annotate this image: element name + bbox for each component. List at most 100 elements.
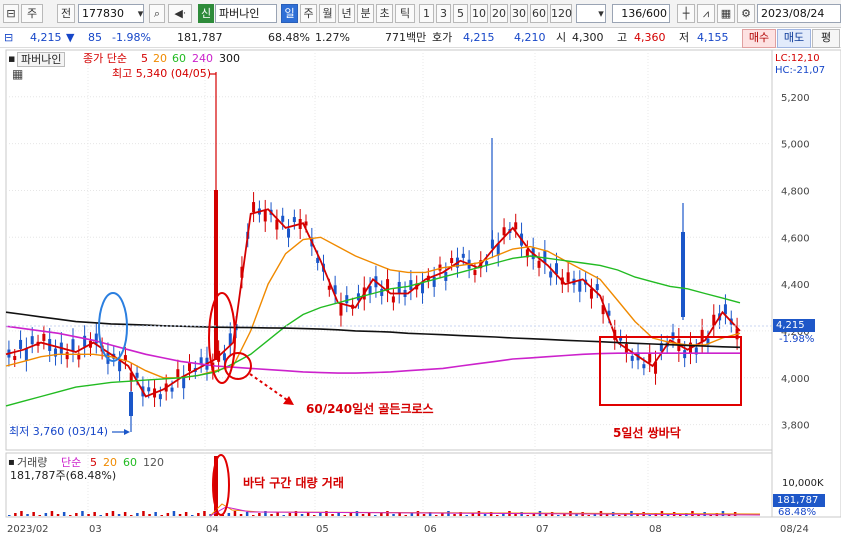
market-select[interactable]: 주 [21,4,43,23]
volume-bar [422,514,426,516]
volume-legend-label: 거래량 [17,456,48,469]
candle-body [281,215,285,222]
price-change-pct: -1.98% [112,31,151,44]
sound-icon[interactable]: ◀ᐧ [168,4,192,23]
candle-body [222,353,226,361]
price-tick-label: 4,400 [781,280,810,291]
eval-button[interactable]: 평 [812,29,840,48]
volume-bar [380,513,383,516]
code-dropdown-icon[interactable]: ▾ [134,5,147,22]
time-tick-label: 07 [536,524,549,535]
candle-body [683,350,687,359]
volume-bar [544,514,548,516]
bar-count-field[interactable]: 136/600 [612,4,670,23]
candle-body [345,295,349,304]
volume-bar [239,514,243,516]
candle-body [118,361,122,372]
legend-ma60: 60 [172,52,186,65]
current-pct-text: -1.98% [779,334,815,345]
time-tick-label: 08/24 [780,524,809,535]
volume-bar [258,513,261,516]
volume-bar [111,511,115,516]
info-collapse-icon[interactable]: ⊟ [4,30,16,45]
tab-period-week[interactable]: 주 [300,4,317,23]
volume-bar [483,514,487,516]
current-price: 4,215 [30,31,62,44]
tab-period-minute[interactable]: 분 [357,4,374,23]
volume-bar [465,515,468,516]
tab-period-day[interactable]: 일 [281,4,298,23]
candle-body [339,303,343,316]
interval-1[interactable]: 1 [419,4,434,23]
interval-dropdown-icon[interactable]: ▾ [595,5,607,22]
price-tick-label: 3,800 [781,421,810,432]
interval-120[interactable]: 120 [550,4,572,23]
candle-body [83,335,87,347]
high-note: 최고 5,340 (04/05) [112,67,212,80]
candle-body [263,210,267,222]
grid-menu-icon[interactable]: ▦ [12,68,23,81]
interval-3[interactable]: 3 [436,4,451,23]
interval-60[interactable]: 60 [530,4,548,23]
volume-bar [99,515,102,516]
search-icon[interactable]: ⌕ [149,4,165,23]
interval-20[interactable]: 20 [490,4,508,23]
volume-bar [166,513,170,516]
current-volume-pct: 68.48% [778,507,817,518]
market-badge: 신 [198,4,214,23]
vol-legend-ma60: 60 [123,456,137,469]
high-price: 4,360 [634,31,666,44]
time-tick-label: 08 [649,524,662,535]
high-label: 고 [617,31,628,44]
candle-low-body [129,392,133,416]
tab-period-second[interactable]: 초 [376,4,393,23]
volume-bar [319,513,322,516]
candle-body [549,271,553,278]
prev-button[interactable]: 전 [57,4,75,23]
volume-bar [117,514,121,516]
volume-bar [386,511,389,516]
candle-body [461,253,465,258]
pane-control-icons[interactable]: ▪ [8,52,15,65]
volume-bar [191,515,194,516]
time-tick-label: 06 [424,524,437,535]
trade-amount: 771백만 [385,31,427,44]
interval-5[interactable]: 5 [453,4,468,23]
candle-body [391,296,395,303]
volume-bar [154,512,157,516]
candle-body [578,280,582,292]
candle-body [287,228,291,238]
volume-bar [56,514,60,516]
open-label: 시 [556,31,567,44]
chart-tab-name[interactable]: 파버나인 [17,52,66,67]
volume-bar [20,511,23,516]
volume-bar [679,515,682,516]
sell-button[interactable]: 매도 [777,29,811,48]
bar-chart-icon[interactable]: ┼ [677,4,695,23]
interval-30[interactable]: 30 [510,4,528,23]
volume-bar [349,513,353,516]
buy-button[interactable]: 매수 [742,29,776,48]
volume-bar [404,515,407,516]
legend-ma5: 5 [141,52,148,65]
candle-body [30,336,34,345]
candle-body [13,356,17,360]
volume-legend-simple: 단순 [61,456,82,469]
time-tick-label: 03 [89,524,102,535]
candle-body [71,339,75,352]
candle-body [275,219,279,230]
interval-10[interactable]: 10 [470,4,488,23]
grid-icon[interactable]: ▦ [717,4,735,23]
zigzag-icon[interactable]: ⩘ [697,4,715,23]
time-tick-label: 04 [206,524,219,535]
volume-pane-icon[interactable]: ▪ [8,456,15,469]
tab-period-year[interactable]: 년 [338,4,355,23]
tab-period-tick[interactable]: 틱 [395,4,415,23]
gear-icon[interactable]: ⚙ [737,4,755,23]
candle-body [648,353,652,363]
volume-bar [313,515,316,516]
window-menu-icon[interactable]: ⊟ [3,4,19,23]
date-field[interactable]: 2023/08/24 [757,4,841,23]
candle-high-spike-body [214,190,218,360]
tab-period-month[interactable]: 월 [319,4,336,23]
